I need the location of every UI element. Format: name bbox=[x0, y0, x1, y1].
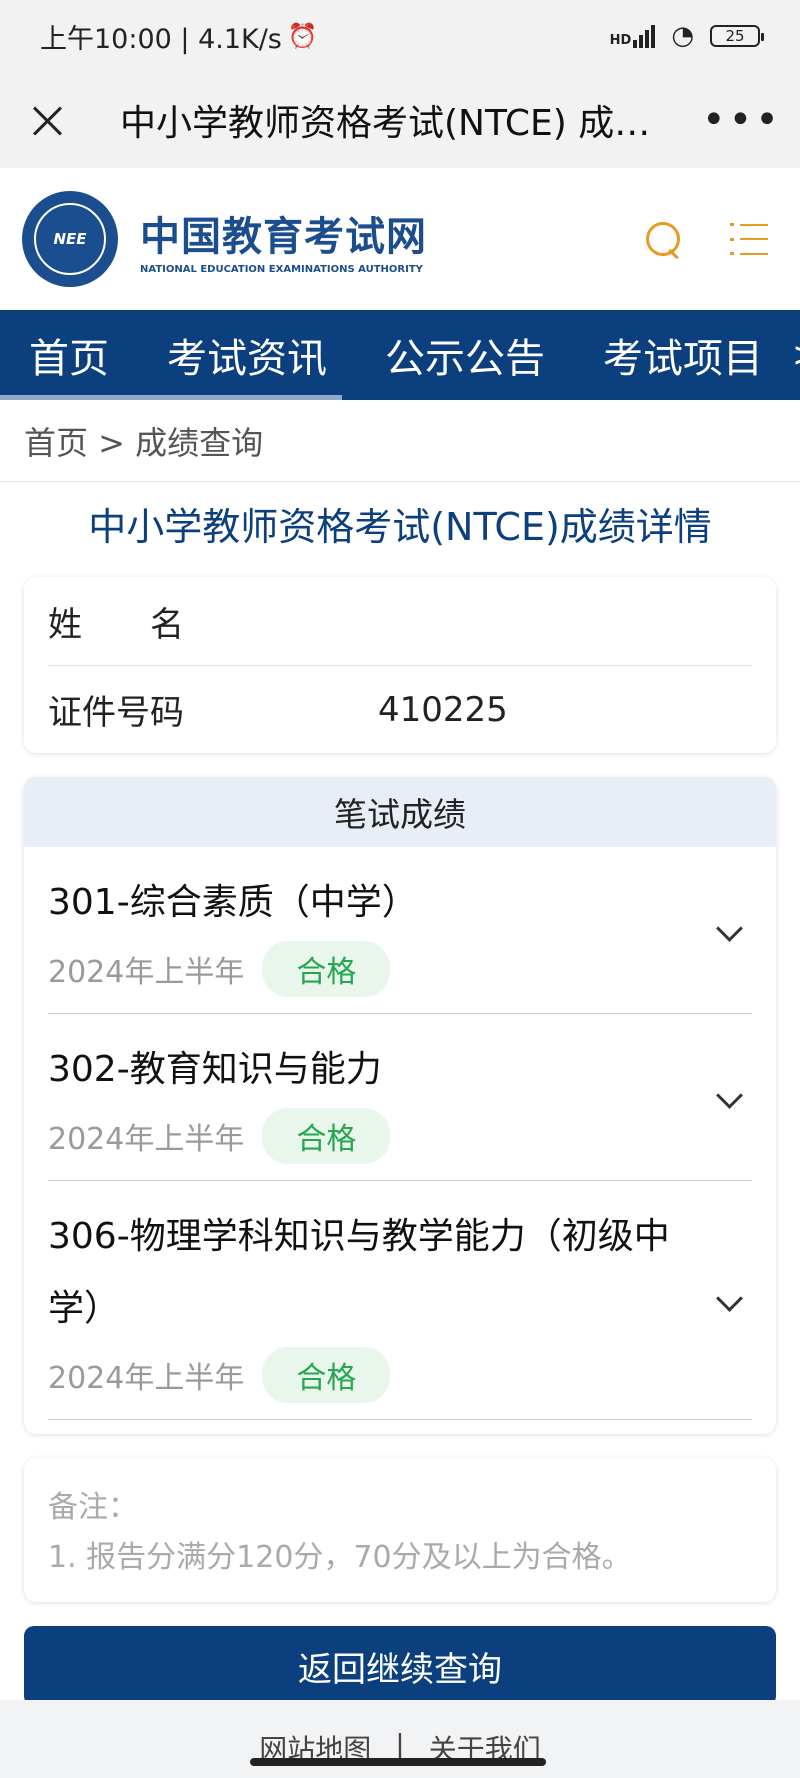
chevron-down-icon[interactable] bbox=[714, 1084, 744, 1114]
logo-emblem[interactable]: NEE bbox=[22, 191, 118, 287]
scores-list: 301-综合素质（中学） 2024年上半年 合格 302-教育知识与能力 202… bbox=[24, 847, 776, 1420]
more-options-icon[interactable]: ••• bbox=[702, 97, 779, 143]
home-indicator[interactable] bbox=[250, 1758, 546, 1766]
score-item[interactable]: 306-物理学科知识与教学能力（初级中学） 2024年上半年 合格 bbox=[48, 1181, 752, 1420]
scores-card-padding bbox=[24, 1420, 776, 1434]
id-label: 证件号码 bbox=[48, 693, 184, 733]
notes-label: 备注： bbox=[48, 1490, 138, 1525]
subject-name: 301-综合素质（中学） bbox=[48, 882, 418, 923]
subject-name: 302-教育知识与能力 bbox=[48, 1049, 382, 1090]
exam-period: 2024年上半年 bbox=[48, 1122, 245, 1157]
search-icon[interactable] bbox=[644, 220, 682, 258]
nav-item-announcements[interactable]: 公示公告 bbox=[356, 326, 574, 384]
score-meta: 2024年上半年 合格 bbox=[48, 1108, 714, 1164]
score-body: 301-综合素质（中学） 2024年上半年 合格 bbox=[48, 867, 714, 997]
site-header: NEE 中国教育考试网 NATIONAL EDUCATION EXAMINATI… bbox=[0, 168, 800, 310]
main-nav: 首页 考试资讯 公示公告 考试项目 > bbox=[0, 310, 800, 400]
status-badge: 合格 bbox=[262, 1108, 391, 1164]
score-item[interactable]: 302-教育知识与能力 2024年上半年 合格 bbox=[48, 1014, 752, 1181]
footer-separator: | bbox=[395, 1728, 405, 1761]
footer: 网站地图 | 关于我们 bbox=[0, 1700, 800, 1778]
chevron-down-icon[interactable] bbox=[714, 1287, 744, 1317]
score-body: 306-物理学科知识与教学能力（初级中学） 2024年上半年 合格 bbox=[48, 1201, 714, 1403]
notes-card: 备注： 1. 报告分满分120分，70分及以上为合格。 bbox=[24, 1458, 776, 1602]
score-meta: 2024年上半年 合格 bbox=[48, 1347, 714, 1403]
back-query-button[interactable]: 返回继续查询 bbox=[24, 1626, 776, 1706]
written-scores-card: 笔试成绩 301-综合素质（中学） 2024年上半年 合格 302-教育知识与能… bbox=[24, 777, 776, 1434]
nav-item-exams[interactable]: 考试项目 bbox=[574, 326, 792, 384]
nav-scroll-indicator bbox=[0, 395, 342, 400]
footer-about-link[interactable]: 关于我们 bbox=[429, 1728, 541, 1778]
footer-sitemap-link[interactable]: 网站地图 bbox=[259, 1728, 371, 1778]
score-meta: 2024年上半年 合格 bbox=[48, 941, 714, 997]
nav-item-home[interactable]: 首页 bbox=[0, 326, 138, 384]
logo-title: 中国教育考试网 bbox=[140, 213, 427, 260]
alarm-icon: ⏰ bbox=[287, 22, 318, 50]
subject-name: 306-物理学科知识与教学能力（初级中学） bbox=[48, 1216, 670, 1329]
browser-title-bar: 中小学教师资格考试(NTCE) 成… ••• bbox=[0, 72, 800, 168]
notes-text: 1. 报告分满分120分，70分及以上为合格。 bbox=[48, 1540, 632, 1575]
chevron-down-icon[interactable] bbox=[714, 917, 744, 947]
nav-scroll-arrow[interactable]: > bbox=[792, 335, 800, 375]
status-badge: 合格 bbox=[262, 941, 391, 997]
status-time: 上午10:00 | 4.1K/s bbox=[40, 23, 282, 55]
signal-icon: HD bbox=[609, 24, 656, 48]
score-item[interactable]: 301-综合素质（中学） 2024年上半年 合格 bbox=[48, 847, 752, 1014]
main-content: 中小学教师资格考试(NTCE)成绩详情 姓 名 证件号码 410225 笔试成绩… bbox=[0, 482, 800, 1726]
name-label: 姓 名 bbox=[48, 604, 184, 645]
wifi-icon: ◔ bbox=[671, 21, 694, 51]
logo-emblem-text: NEE bbox=[34, 203, 106, 275]
status-right: HD ◔ 25 bbox=[609, 21, 764, 51]
status-bar: 上午10:00 | 4.1K/s ⏰ HD ◔ 25 bbox=[0, 0, 800, 72]
exam-period: 2024年上半年 bbox=[48, 955, 245, 990]
battery-level: 25 bbox=[725, 27, 745, 45]
header-icons bbox=[644, 220, 778, 258]
page-title: 中小学教师资格考试(NTCE) 成… bbox=[120, 103, 651, 144]
nav-item-news[interactable]: 考试资讯 bbox=[138, 326, 356, 384]
menu-icon[interactable] bbox=[730, 223, 768, 255]
scores-header: 笔试成绩 bbox=[24, 777, 776, 847]
id-value: 410225 bbox=[378, 689, 508, 730]
info-row-id: 证件号码 410225 bbox=[48, 665, 752, 753]
battery-icon: 25 bbox=[710, 25, 764, 47]
signal-hd: HD bbox=[609, 32, 632, 48]
exam-period: 2024年上半年 bbox=[48, 1361, 245, 1396]
info-row-name: 姓 名 bbox=[48, 577, 752, 665]
detail-title: 中小学教师资格考试(NTCE)成绩详情 bbox=[88, 505, 712, 549]
status-badge: 合格 bbox=[262, 1347, 391, 1403]
close-icon[interactable] bbox=[28, 100, 68, 140]
score-body: 302-教育知识与能力 2024年上半年 合格 bbox=[48, 1034, 714, 1164]
logo-text[interactable]: 中国教育考试网 NATIONAL EDUCATION EXAMINATIONS … bbox=[140, 204, 427, 275]
status-left: 上午10:00 | 4.1K/s ⏰ bbox=[40, 17, 318, 56]
candidate-info-card: 姓 名 证件号码 410225 bbox=[24, 577, 776, 753]
logo-subtitle: NATIONAL EDUCATION EXAMINATIONS AUTHORIT… bbox=[140, 263, 423, 275]
breadcrumb[interactable]: 首页 > 成绩查询 bbox=[0, 400, 800, 482]
